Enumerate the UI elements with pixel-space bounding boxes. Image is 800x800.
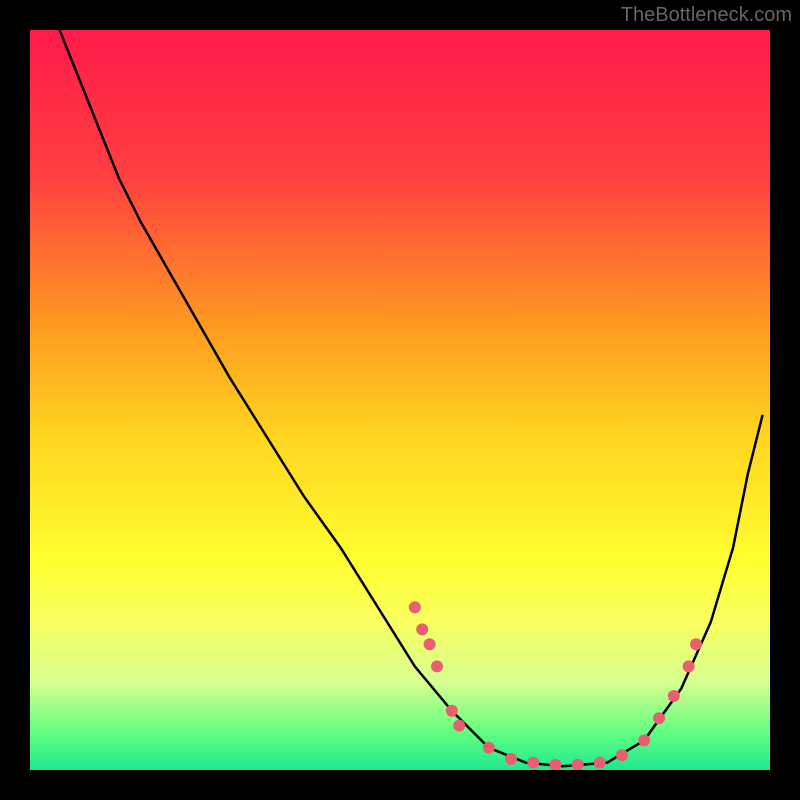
scatter-point bbox=[616, 749, 628, 761]
scatter-point bbox=[446, 705, 458, 717]
scatter-point bbox=[653, 712, 665, 724]
bottleneck-curve bbox=[60, 30, 763, 766]
scatter-point bbox=[572, 759, 584, 770]
scatter-point bbox=[527, 757, 539, 769]
scatter-point bbox=[668, 690, 680, 702]
scatter-points bbox=[409, 601, 702, 770]
scatter-point bbox=[409, 601, 421, 613]
scatter-point bbox=[690, 638, 702, 650]
watermark-label: TheBottleneck.com bbox=[621, 4, 792, 27]
scatter-point bbox=[453, 720, 465, 732]
scatter-point bbox=[638, 734, 650, 746]
scatter-point bbox=[431, 660, 443, 672]
scatter-point bbox=[483, 742, 495, 754]
scatter-point bbox=[683, 660, 695, 672]
scatter-point bbox=[594, 757, 606, 769]
chart-overlay bbox=[30, 30, 770, 770]
scatter-point bbox=[416, 623, 428, 635]
scatter-point bbox=[549, 759, 561, 770]
scatter-point bbox=[424, 638, 436, 650]
scatter-point bbox=[505, 753, 517, 765]
chart-plot-area bbox=[30, 30, 770, 770]
